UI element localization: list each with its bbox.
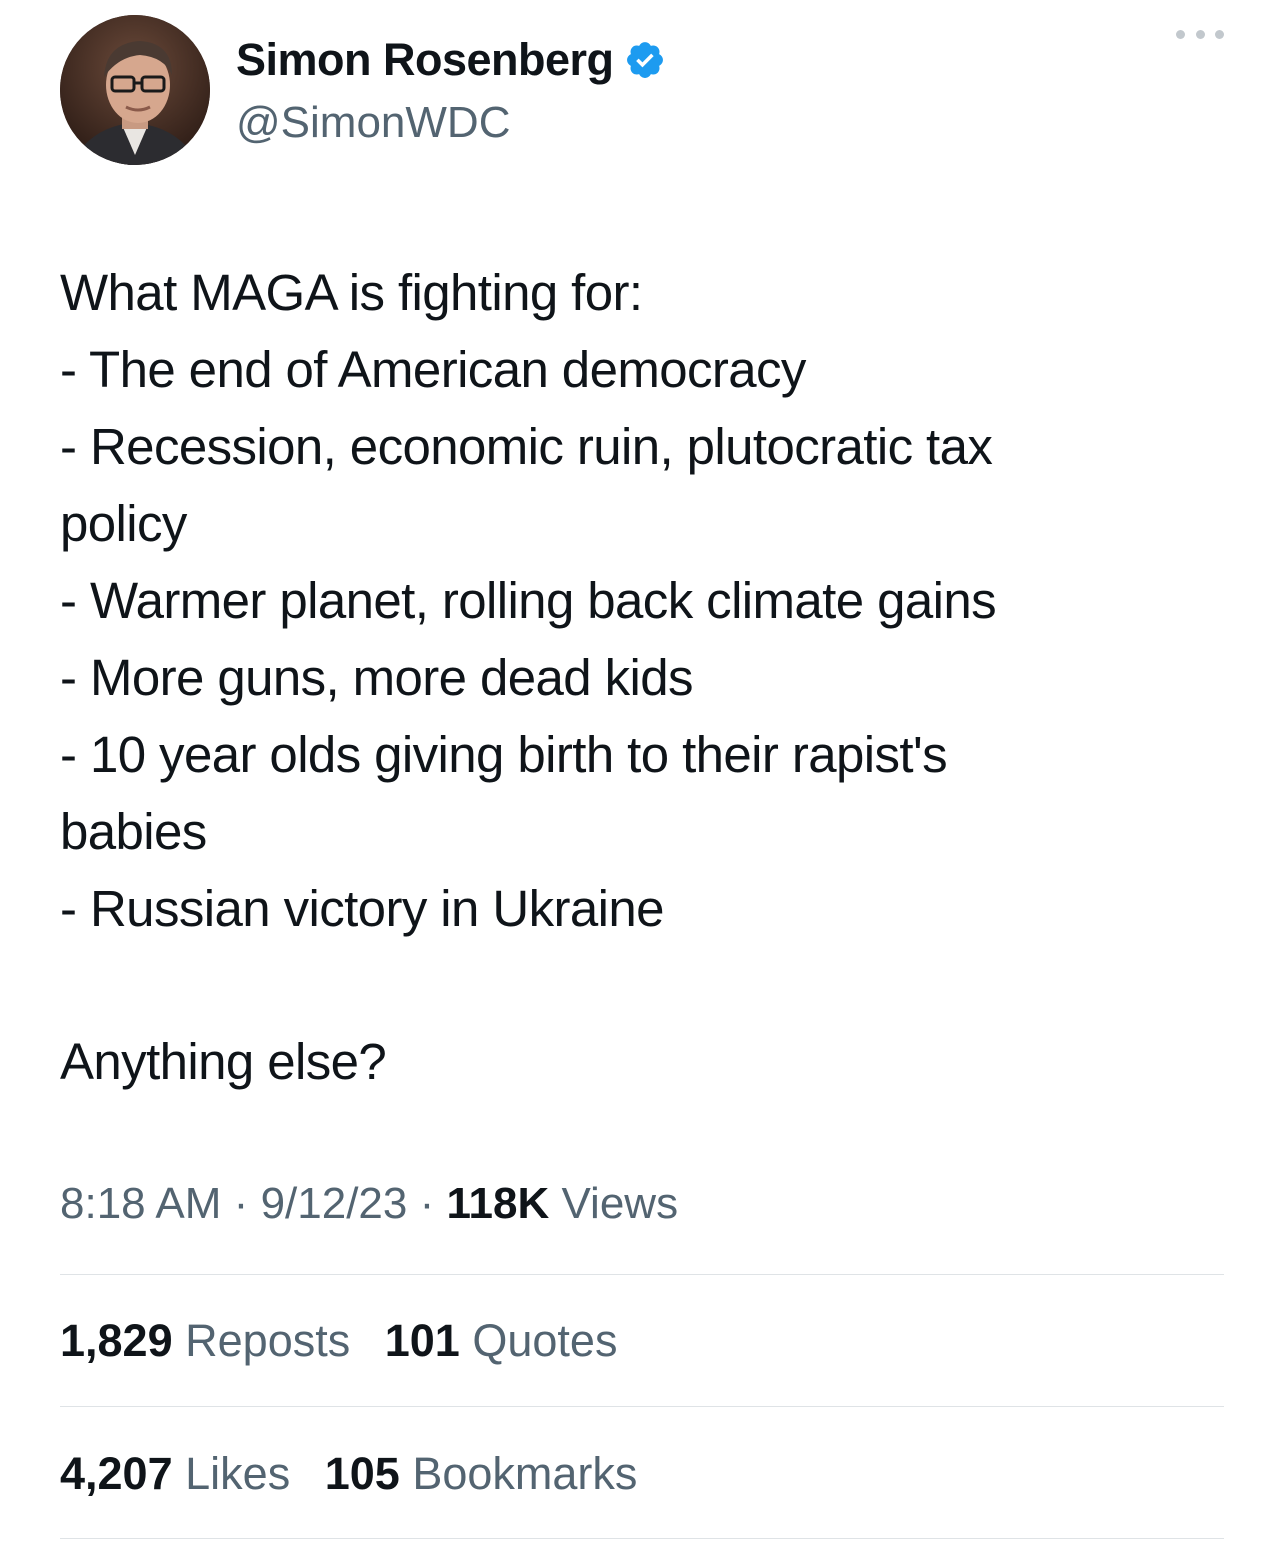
- tweet-text: What MAGA is fighting for: - The end of …: [60, 254, 1240, 1100]
- likes-stat[interactable]: 4,207 Likes: [60, 1448, 290, 1499]
- meta-separator: ·: [419, 1179, 435, 1228]
- verified-badge-icon[interactable]: [624, 39, 666, 81]
- tweet-line: policy: [60, 495, 187, 552]
- views-stat[interactable]: 118K Views: [447, 1179, 679, 1228]
- more-dot: [1176, 29, 1185, 39]
- tweet-line: - Warmer planet, rolling back climate ga…: [60, 572, 997, 629]
- more-dot: [1195, 29, 1205, 39]
- avatar[interactable]: [60, 15, 210, 165]
- likes-label: Likes: [185, 1448, 291, 1499]
- tweet-line: babies: [60, 803, 207, 860]
- tweet-closing-line: Anything else?: [60, 1033, 387, 1090]
- tweet-date[interactable]: 9/12/23: [261, 1179, 408, 1228]
- tweet-line: - More guns, more dead kids: [60, 649, 694, 706]
- reposts-label: Reposts: [185, 1315, 351, 1366]
- author-handle[interactable]: @SimonWDC: [236, 98, 510, 148]
- meta-separator: ·: [233, 1179, 249, 1228]
- reposts-stat[interactable]: 1,829 Reposts: [60, 1315, 350, 1366]
- tweet-line: - 10 year olds giving birth to their rap…: [60, 726, 948, 783]
- views-label: Views: [561, 1179, 679, 1228]
- more-options-icon[interactable]: [1176, 22, 1224, 46]
- tweet-meta: 8:18 AM · 9/12/23 · 118K Views: [60, 1172, 678, 1236]
- stats-row-likes-bookmarks: 4,207 Likes 105 Bookmarks: [60, 1442, 659, 1506]
- avatar-photo: [60, 15, 210, 165]
- views-count: 118K: [446, 1179, 550, 1228]
- tweet-line: - Recession, economic ruin, plutocratic …: [60, 418, 993, 475]
- tweet-line: - Russian victory in Ukraine: [60, 880, 665, 937]
- author-display-name[interactable]: Simon Rosenberg: [236, 34, 614, 86]
- likes-count: 4,207: [60, 1448, 173, 1499]
- reposts-count: 1,829: [60, 1315, 173, 1366]
- more-dot: [1215, 29, 1224, 39]
- tweet-time[interactable]: 8:18 AM: [60, 1179, 221, 1228]
- bookmarks-count: 105: [324, 1448, 400, 1499]
- bookmarks-stat[interactable]: 105 Bookmarks: [325, 1448, 638, 1499]
- bookmarks-label: Bookmarks: [412, 1448, 638, 1499]
- quotes-stat[interactable]: 101 Quotes: [385, 1315, 618, 1366]
- author-name-row: Simon Rosenberg: [236, 34, 666, 86]
- stats-row-reposts-quotes: 1,829 Reposts 101 Quotes: [60, 1309, 639, 1373]
- tweet-line: - The end of American democracy: [60, 341, 806, 398]
- divider: [60, 1538, 1224, 1539]
- quotes-label: Quotes: [472, 1315, 618, 1366]
- tweet-line: What MAGA is fighting for:: [60, 264, 643, 321]
- quotes-count: 101: [384, 1315, 460, 1366]
- divider: [60, 1406, 1224, 1407]
- divider: [60, 1274, 1224, 1275]
